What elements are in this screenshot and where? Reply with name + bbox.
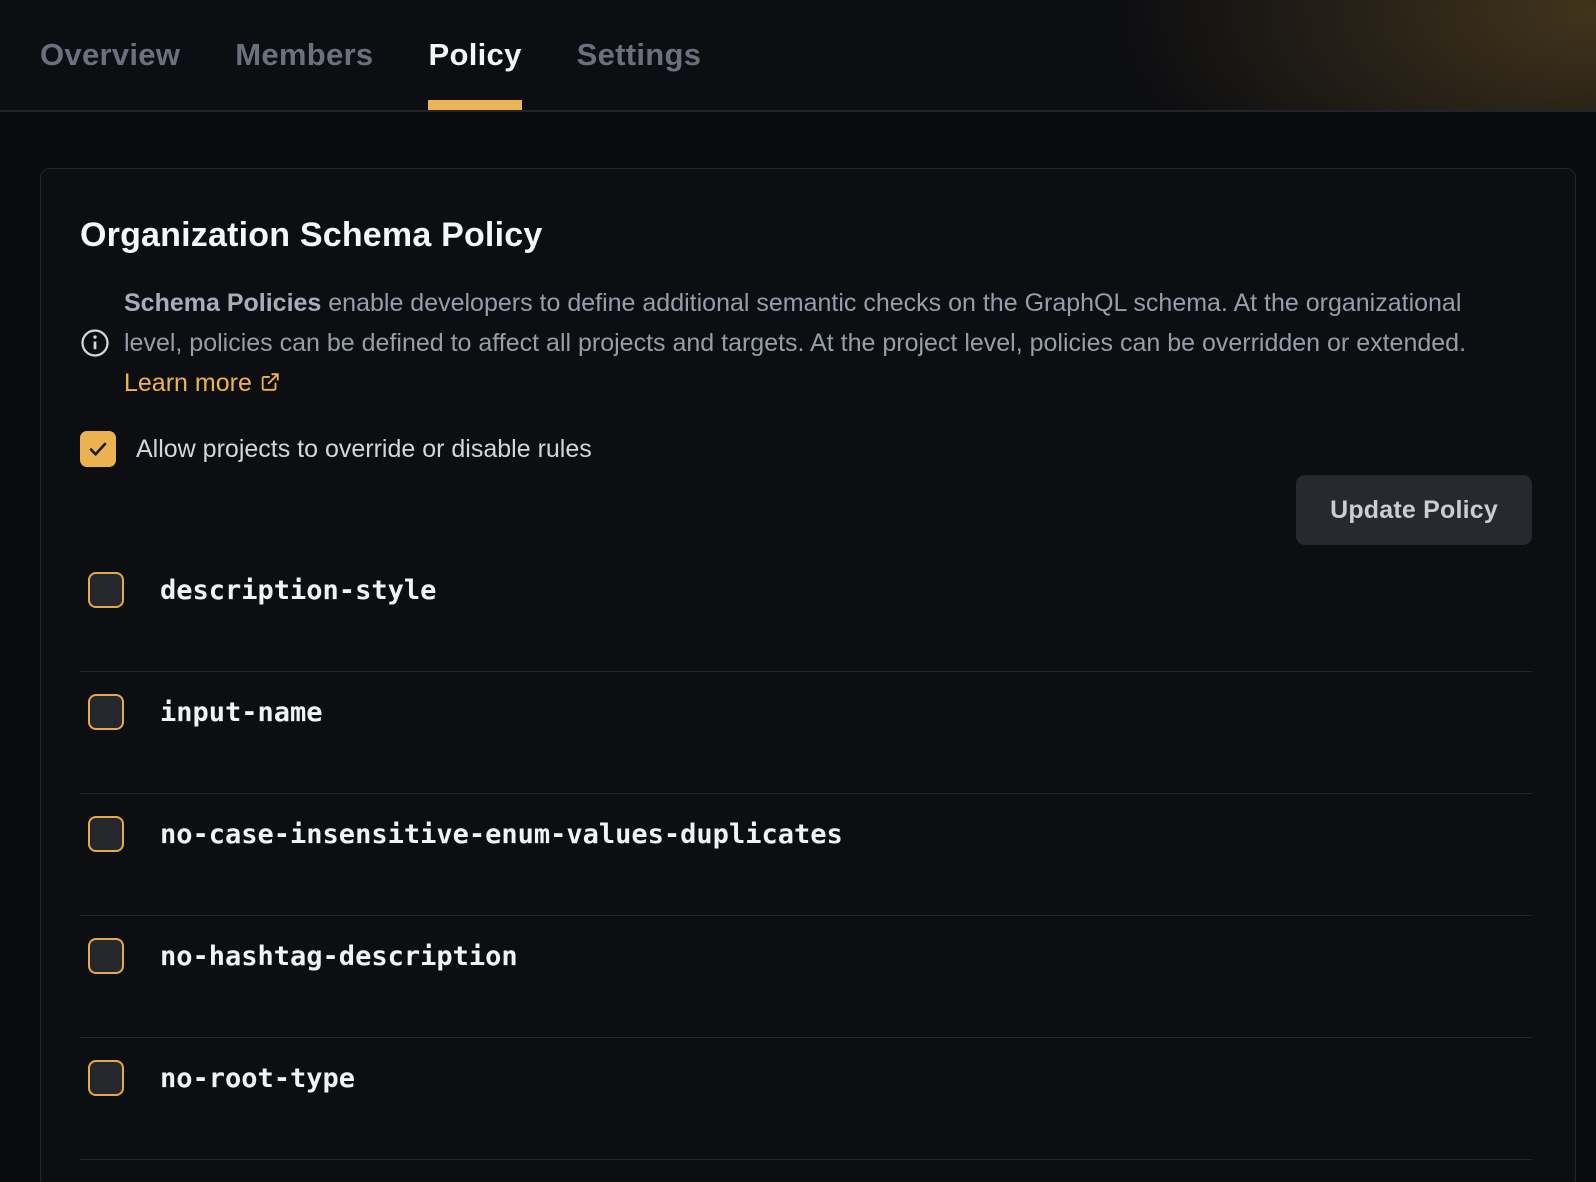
organization-tab-bar: Overview Members Policy Settings [0,0,1596,112]
checkmark-icon [86,437,110,461]
policy-rules-list: description-style input-name no-case-ins… [80,550,1532,1160]
learn-more-link[interactable]: Learn more [124,369,281,397]
rule-name: no-case-insensitive-enum-values-duplicat… [160,819,843,850]
rule-row-no-hashtag-description: no-hashtag-description [80,916,1532,1038]
actions-row: Update Policy [80,475,1532,545]
schema-policy-card: Organization Schema Policy Schema Polici… [40,168,1576,1182]
description-body: enable developers to define additional s… [124,289,1466,357]
rule-checkbox-input-name[interactable] [88,694,124,730]
rule-checkbox-no-hashtag-description[interactable] [88,938,124,974]
rule-row-no-case-insensitive-enum-values-duplicates: no-case-insensitive-enum-values-duplicat… [80,794,1532,916]
tab-members[interactable]: Members [235,0,373,110]
rule-name: description-style [160,575,436,606]
rule-name: no-root-type [160,1063,355,1094]
rule-checkbox-description-style[interactable] [88,572,124,608]
main-content: Organization Schema Policy Schema Polici… [0,168,1596,1182]
rule-row-no-root-type: no-root-type [80,1038,1532,1160]
tab-policy[interactable]: Policy [428,0,521,110]
rule-checkbox-no-root-type[interactable] [88,1060,124,1096]
rule-row-description-style: description-style [80,550,1532,672]
allow-override-label[interactable]: Allow projects to override or disable ru… [136,435,592,464]
external-link-icon [259,371,281,393]
allow-override-checkbox[interactable] [80,431,116,467]
organization-tabs: Overview Members Policy Settings [40,0,756,110]
policy-description-text: Schema Policies enable developers to def… [124,283,1504,403]
page-title: Organization Schema Policy [80,215,1532,255]
rule-row-input-name: input-name [80,672,1532,794]
rule-name: input-name [160,697,323,728]
update-policy-button[interactable]: Update Policy [1296,475,1532,545]
tab-settings[interactable]: Settings [577,0,702,110]
info-icon [80,328,110,358]
policy-description: Schema Policies enable developers to def… [80,283,1532,403]
tab-overview[interactable]: Overview [40,0,180,110]
learn-more-label: Learn more [124,369,252,397]
allow-override-row: Allow projects to override or disable ru… [80,431,1532,467]
rule-name: no-hashtag-description [160,941,518,972]
rule-checkbox-no-case-insensitive-enum-values-duplicates[interactable] [88,816,124,852]
description-lead: Schema Policies [124,289,321,317]
